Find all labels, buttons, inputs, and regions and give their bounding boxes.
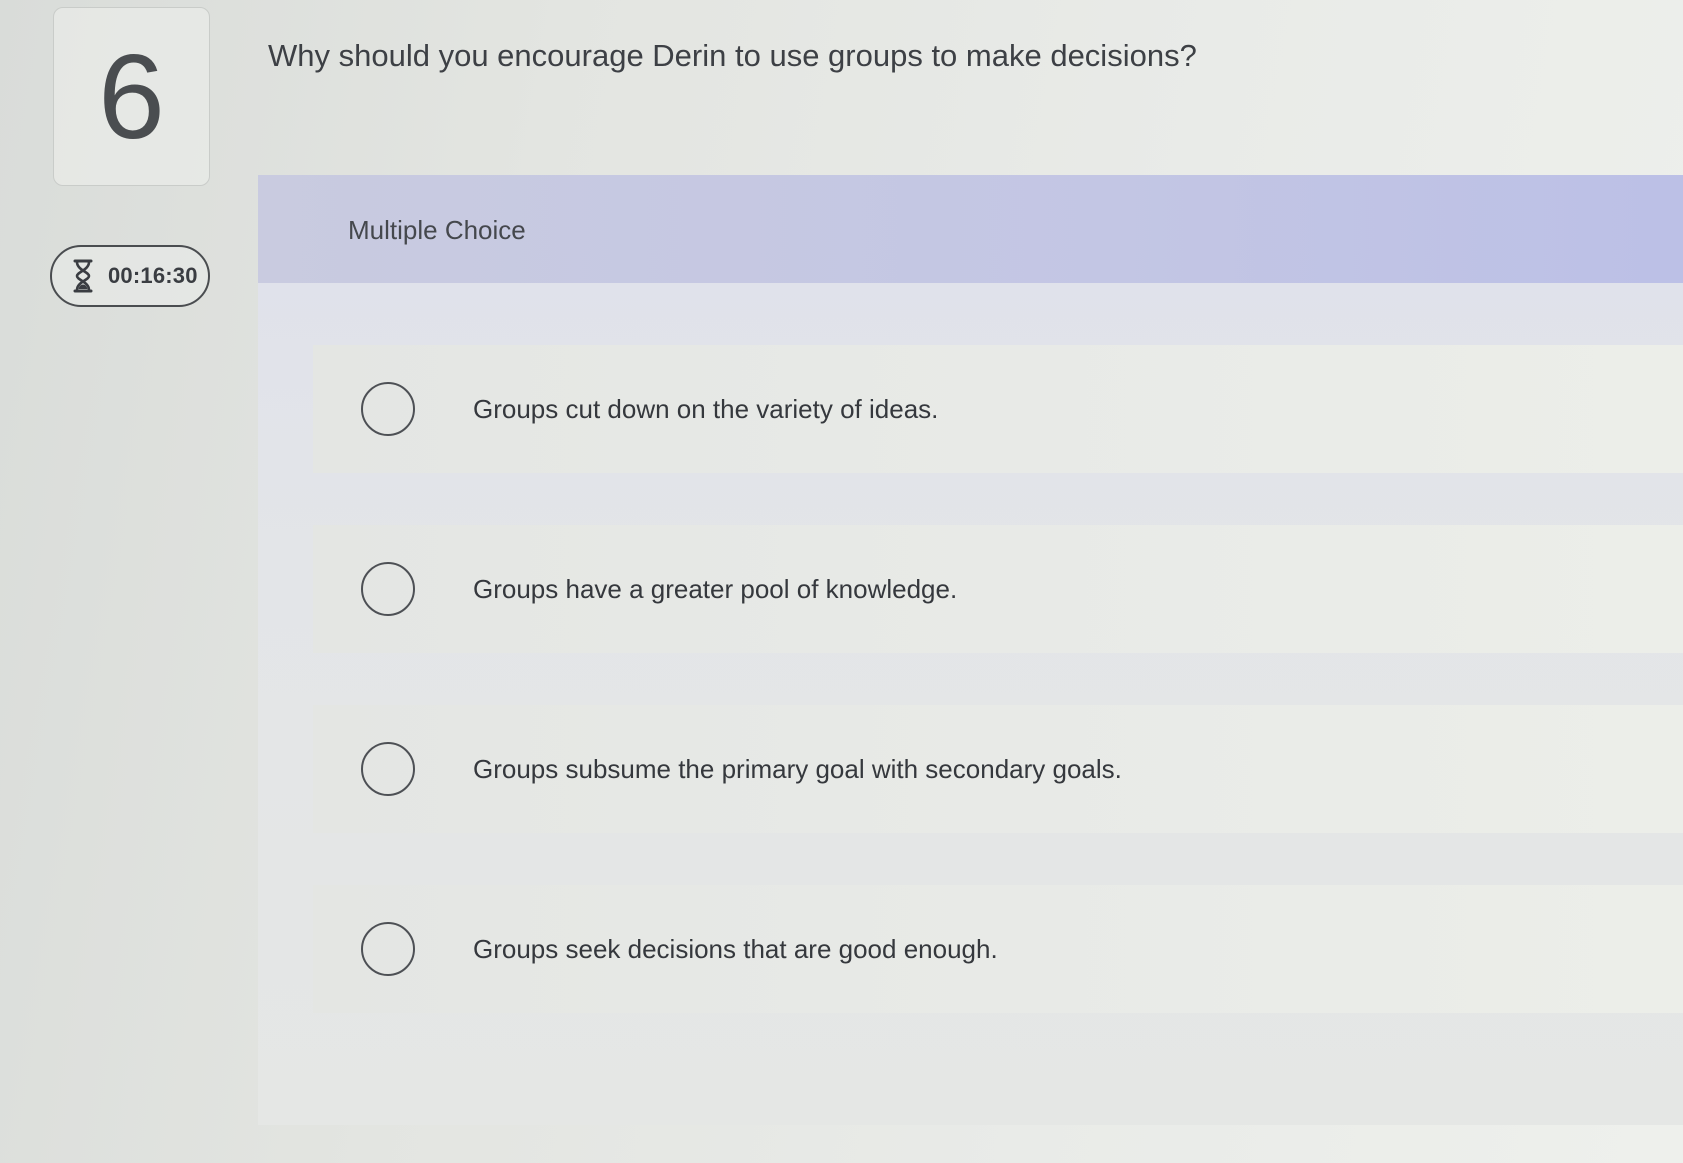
question-prompt: Why should you encourage Derin to use gr… (268, 38, 1197, 73)
answer-panel: Multiple Choice Groups cut down on the v… (258, 175, 1683, 1125)
panel-header: Multiple Choice (258, 175, 1683, 283)
answer-option[interactable]: Groups cut down on the variety of ideas. (313, 345, 1683, 473)
answer-option[interactable]: Groups seek decisions that are good enou… (313, 885, 1683, 1013)
answer-options: Groups cut down on the variety of ideas.… (313, 345, 1683, 1065)
answer-option-label: Groups seek decisions that are good enou… (473, 933, 998, 964)
radio-button[interactable] (361, 922, 415, 976)
hourglass-icon (72, 259, 94, 293)
radio-button[interactable] (361, 382, 415, 436)
answer-option[interactable]: Groups have a greater pool of knowledge. (313, 525, 1683, 653)
timer-value: 00:16:30 (108, 263, 198, 288)
answer-option[interactable]: Groups subsume the primary goal with sec… (313, 705, 1683, 833)
question-type-label: Multiple Choice (348, 215, 526, 245)
timer-badge[interactable]: 00:16:30 (50, 245, 210, 307)
question-number: 6 (53, 7, 210, 186)
quiz-page: 6 00:16:30 Why should you encourage Deri… (0, 0, 1683, 1163)
radio-button[interactable] (361, 562, 415, 616)
answer-option-label: Groups subsume the primary goal with sec… (473, 753, 1122, 784)
answer-option-label: Groups have a greater pool of knowledge. (473, 573, 958, 604)
answer-option-label: Groups cut down on the variety of ideas. (473, 393, 939, 424)
radio-button[interactable] (361, 742, 415, 796)
